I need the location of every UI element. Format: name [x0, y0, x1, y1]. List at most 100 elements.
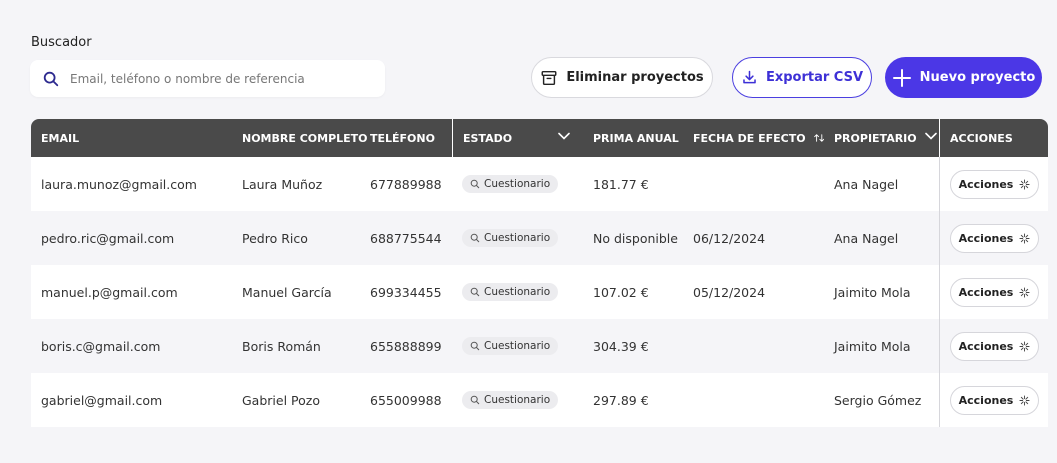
header-name[interactable]: NOMBRE COMPLETO [232, 119, 368, 157]
header-date[interactable]: FECHA DE EFECTO [683, 119, 824, 157]
cell-email: pedro.ric@gmail.com [41, 230, 175, 246]
cell-actions: Acciones [939, 319, 1048, 373]
actions-button[interactable]: Acciones [950, 277, 1039, 307]
projects-table: EMAIL NOMBRE COMPLETO TELÉFONO ESTADO PR… [31, 119, 1048, 427]
cell-premium: 107.02 € [593, 284, 649, 300]
cell-premium: 304.39 € [593, 338, 649, 354]
table-row[interactable]: pedro.ric@gmail.com Pedro Rico 688775544… [31, 211, 1048, 265]
magnifier-icon [470, 341, 480, 351]
cell-name: Pedro Rico [242, 230, 308, 246]
cell-phone: 655888899 [370, 338, 442, 354]
cell-email: laura.munoz@gmail.com [41, 176, 197, 192]
search-label: Buscador [31, 35, 92, 50]
cell-status: Cuestionario [452, 265, 583, 319]
actions-label: Acciones [958, 339, 1014, 353]
cell-name: Boris Román [242, 338, 321, 354]
chevron-down-icon [924, 132, 937, 140]
table-row[interactable]: gabriel@gmail.com Gabriel Pozo 655009988… [31, 373, 1048, 427]
header-email[interactable]: EMAIL [31, 119, 232, 157]
delete-projects-button[interactable]: Eliminar proyectos [531, 57, 713, 98]
actions-button[interactable]: Acciones [950, 223, 1039, 253]
cell-status: Cuestionario [452, 319, 583, 373]
new-project-button[interactable]: Nuevo proyecto [885, 57, 1042, 98]
cell-date: 05/12/2024 [693, 284, 766, 300]
cell-email: manuel.p@gmail.com [41, 284, 178, 300]
table-row[interactable]: boris.c@gmail.com Boris Román 655888899 … [31, 319, 1048, 373]
status-text: Cuestionario [484, 178, 551, 190]
header-actions: ACCIONES [939, 119, 1048, 157]
plus-icon [892, 68, 911, 87]
table-header: EMAIL NOMBRE COMPLETO TELÉFONO ESTADO PR… [31, 119, 1048, 157]
cell-name: Gabriel Pozo [242, 392, 320, 408]
status-text: Cuestionario [484, 340, 551, 352]
cell-date [683, 373, 824, 427]
search-input[interactable] [70, 71, 370, 86]
magnifier-icon [470, 287, 480, 297]
sparkle-icon [1019, 340, 1030, 352]
cell-actions: Acciones [939, 211, 1048, 265]
magnifier-icon [470, 233, 480, 243]
sparkle-icon [1019, 178, 1030, 190]
export-csv-label: Exportar CSV [765, 70, 864, 85]
actions-label: Acciones [958, 231, 1014, 245]
status-text: Cuestionario [484, 232, 551, 244]
actions-button[interactable]: Acciones [950, 331, 1039, 361]
export-csv-button[interactable]: Exportar CSV [732, 57, 872, 98]
header-date-label: FECHA DE EFECTO [693, 131, 806, 145]
sparkle-icon [1019, 394, 1030, 406]
sparkle-icon [1019, 286, 1030, 298]
cell-premium: No disponible [593, 230, 678, 246]
cell-date [683, 157, 824, 211]
magnifier-icon [470, 179, 480, 189]
status-text: Cuestionario [484, 394, 551, 406]
cell-actions: Acciones [939, 265, 1048, 319]
header-owner[interactable]: PROPIETARIO [824, 119, 939, 157]
cell-status: Cuestionario [452, 211, 583, 265]
new-project-label: Nuevo proyecto [919, 70, 1036, 85]
cell-status: Cuestionario [452, 373, 583, 427]
cell-phone: 677889988 [370, 176, 442, 192]
search-box[interactable] [30, 60, 385, 97]
cell-phone: 699334455 [370, 284, 442, 300]
cell-date [683, 319, 824, 373]
cell-date: 06/12/2024 [693, 230, 766, 246]
cell-phone: 688775544 [370, 230, 442, 246]
cell-owner: Ana Nagel [834, 176, 899, 192]
cell-premium: 297.89 € [593, 392, 649, 408]
cell-actions: Acciones [939, 157, 1048, 211]
cell-email: boris.c@gmail.com [41, 338, 161, 354]
header-status[interactable]: ESTADO [452, 119, 583, 157]
actions-button[interactable]: Acciones [950, 385, 1039, 415]
cell-owner: Jaimito Mola [834, 338, 911, 354]
status-badge: Cuestionario [462, 229, 559, 247]
cell-owner: Jaimito Mola [834, 284, 911, 300]
delete-projects-label: Eliminar proyectos [566, 70, 704, 85]
magnifier-icon [470, 395, 480, 405]
status-badge: Cuestionario [462, 391, 559, 409]
cell-name: Laura Muñoz [242, 176, 323, 192]
status-text: Cuestionario [484, 286, 551, 298]
cell-owner: Ana Nagel [834, 230, 899, 246]
sparkle-icon [1019, 232, 1030, 244]
actions-label: Acciones [958, 393, 1014, 407]
header-owner-label: PROPIETARIO [834, 132, 917, 145]
status-badge: Cuestionario [462, 283, 559, 301]
cell-name: Manuel García [242, 284, 332, 300]
search-icon [43, 71, 59, 86]
sort-icon [813, 134, 824, 142]
status-badge: Cuestionario [462, 175, 559, 193]
status-badge: Cuestionario [462, 337, 559, 355]
download-icon [743, 70, 756, 84]
cell-owner: Sergio Gómez [834, 392, 922, 408]
actions-label: Acciones [958, 285, 1014, 299]
archive-icon [541, 70, 557, 85]
header-phone[interactable]: TELÉFONO [360, 119, 452, 157]
cell-actions: Acciones [939, 373, 1048, 427]
cell-phone: 655009988 [370, 392, 442, 408]
table-row[interactable]: laura.munoz@gmail.com Laura Muñoz 677889… [31, 157, 1048, 211]
table-row[interactable]: manuel.p@gmail.com Manuel García 6993344… [31, 265, 1048, 319]
cell-email: gabriel@gmail.com [41, 392, 163, 408]
header-status-label: ESTADO [463, 132, 513, 145]
actions-button[interactable]: Acciones [950, 169, 1039, 199]
header-premium[interactable]: PRIMA ANUAL [583, 119, 683, 157]
